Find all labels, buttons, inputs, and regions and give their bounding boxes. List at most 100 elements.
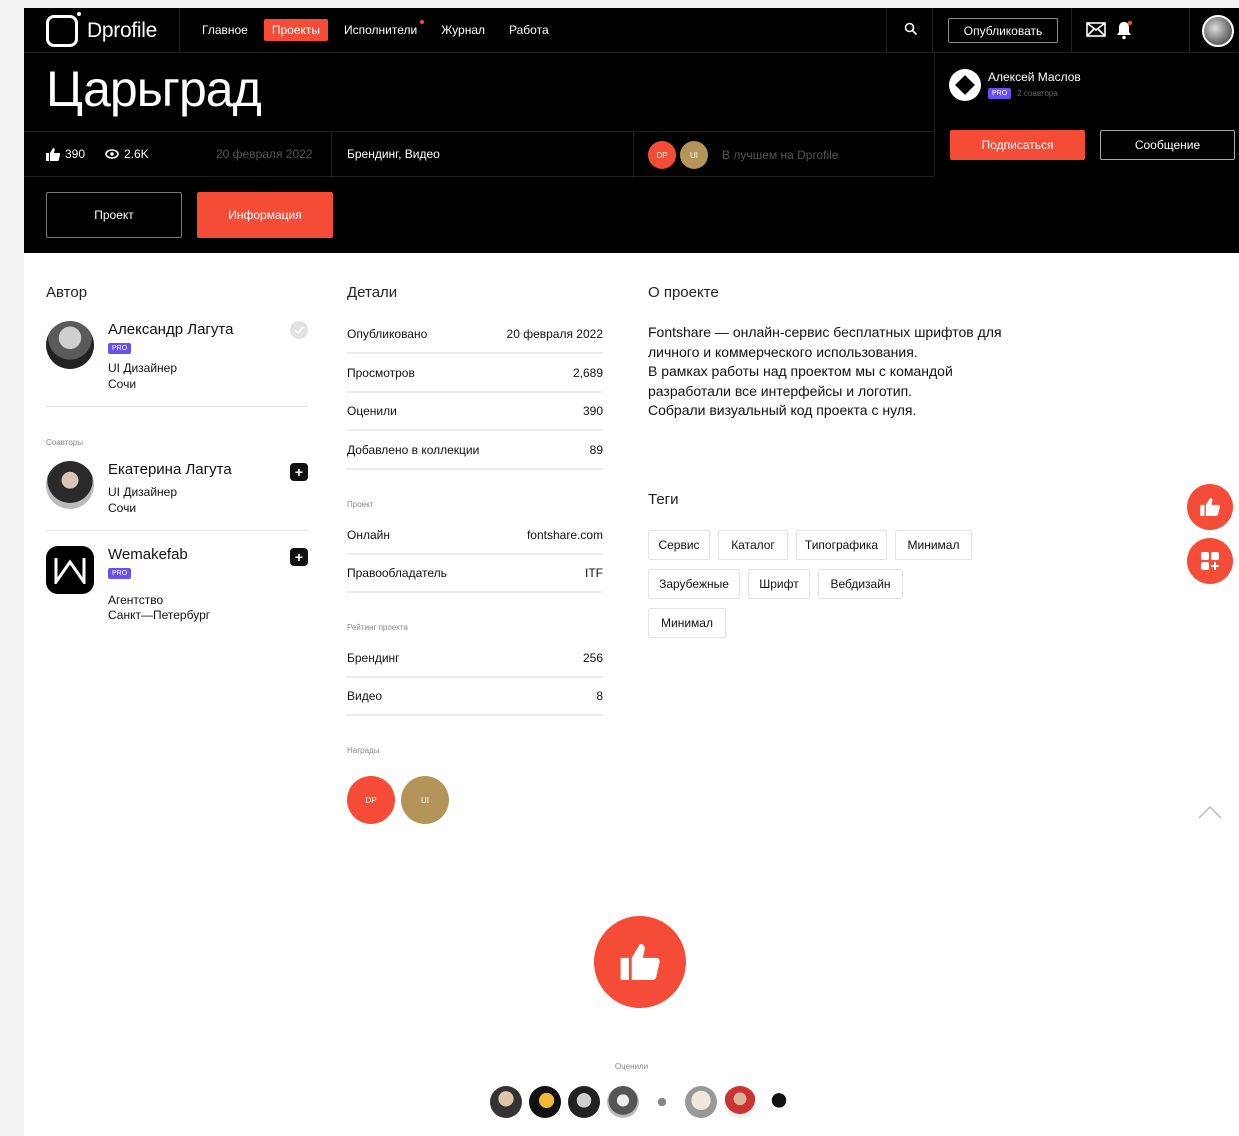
owner-meta: PRO 2 соавтора	[988, 88, 1058, 99]
rater-avatar[interactable]	[724, 1086, 756, 1118]
pro-badge: PRO	[988, 88, 1012, 99]
tab-info[interactable]: Информация	[197, 192, 333, 238]
nav-link-journal[interactable]: Журнал	[433, 19, 493, 41]
divider	[932, 8, 933, 53]
user-avatar[interactable]	[1202, 15, 1234, 47]
awards-label: Награды	[347, 746, 380, 755]
divider	[179, 8, 180, 53]
rater-avatar[interactable]	[529, 1086, 561, 1118]
detail-row: Добавлено в коллекции 89	[347, 431, 603, 470]
rater-avatar[interactable]	[685, 1086, 717, 1118]
scroll-up-chevron-icon[interactable]	[1197, 804, 1223, 820]
detail-key: Онлайн	[347, 528, 390, 542]
owner-logo[interactable]	[949, 69, 981, 101]
author-avatar[interactable]	[46, 321, 94, 369]
page: Dprofile Главное Проекты Исполнители Жур…	[24, 8, 1239, 1136]
detail-row: Опубликовано 20 февраля 2022	[347, 315, 603, 354]
about-description: Fontshare — онлайн-сервис бесплатных шри…	[648, 323, 1068, 421]
publish-button[interactable]: Опубликовать	[948, 18, 1058, 43]
message-button[interactable]: Сообщение	[1100, 130, 1235, 160]
owner-name[interactable]: Алексей Маслов	[988, 70, 1081, 84]
detail-key: Правообладатель	[347, 566, 447, 580]
coauthors-label: Соавторы	[46, 438, 83, 447]
detail-value: 2,689	[572, 366, 603, 380]
notification-dot-icon	[420, 20, 425, 24]
bell-icon[interactable]	[1115, 20, 1133, 40]
divider	[1071, 8, 1072, 53]
coauthor-city: Санкт—Петербург	[108, 608, 211, 622]
about-line: Fontshare — онлайн-сервис бесплатных шри…	[648, 324, 1002, 340]
pro-badge: PRO	[108, 568, 132, 579]
website-link[interactable]: fontshare.com	[527, 528, 603, 542]
nav-links: Главное Проекты Исполнители Журнал Работ…	[194, 19, 565, 41]
dp-award-badge[interactable]: DP	[349, 778, 393, 822]
divider	[886, 8, 887, 53]
coauthor-card[interactable]: Екатерина Лагута UI Дизайнер Сочи +	[46, 461, 316, 515]
publish-date: 20 февраля 2022	[216, 147, 313, 161]
nav-link-work[interactable]: Работа	[501, 19, 557, 41]
author-card[interactable]: Александр Лагута PRO UI Дизайнер Сочи	[46, 321, 316, 391]
tag[interactable]: Минимал	[648, 608, 726, 638]
rater-avatar[interactable]	[607, 1086, 639, 1118]
coauthors-count[interactable]: 2 соавтора	[1017, 89, 1058, 98]
project-title: Царьград	[46, 61, 262, 117]
mail-icon[interactable]	[1086, 22, 1106, 37]
best-on-dprofile[interactable]: DP UI В лучшем на Dprofile	[648, 141, 838, 169]
project-tabs: Проект Информация	[46, 192, 333, 238]
detail-key: Просмотров	[347, 366, 415, 380]
like-fab-button[interactable]	[1187, 484, 1233, 530]
add-coauthor-plus-icon[interactable]: +	[290, 463, 308, 481]
divider	[46, 406, 308, 407]
ui-award-badge[interactable]: UI	[403, 778, 447, 822]
rater-avatar[interactable]	[646, 1086, 678, 1118]
detail-value: 20 февраля 2022	[506, 327, 603, 341]
author-name[interactable]: Александр Лагута	[108, 321, 233, 338]
coauthor-name[interactable]: Екатерина Лагута	[108, 461, 232, 478]
like-big-button[interactable]	[594, 916, 686, 1008]
about-line: разработали все интерфейсы и логотип.	[648, 382, 913, 399]
tag[interactable]: Минимал	[895, 530, 972, 560]
rater-avatar[interactable]	[490, 1086, 522, 1118]
tab-project[interactable]: Проект	[46, 192, 182, 238]
author-city: Сочи	[108, 377, 137, 391]
detail-value: 256	[582, 651, 603, 665]
tag[interactable]: Каталог	[718, 530, 788, 560]
collection-add-icon	[1201, 552, 1219, 570]
project-header: Dprofile Главное Проекты Исполнители Жур…	[24, 8, 1239, 253]
thumbs-up-icon	[620, 944, 660, 980]
coauthor-avatar[interactable]	[46, 461, 94, 509]
add-to-collection-fab-button[interactable]	[1187, 538, 1233, 584]
author-role: UI Дизайнер	[108, 361, 178, 375]
about-line: Собрали визуальный код проекта с нуля.	[648, 402, 917, 418]
divider	[633, 132, 634, 178]
detail-key: Добавлено в коллекции	[347, 443, 480, 457]
owner-panel: Алексей Маслов PRO 2 соавтора Подписатьс…	[934, 53, 1239, 177]
detail-row: Оценили 390	[347, 392, 603, 431]
add-coauthor-plus-icon[interactable]: +	[290, 548, 308, 566]
about-line: В рамках работы над проектом мы с команд…	[648, 363, 953, 379]
views-count: 2.6K	[124, 147, 149, 161]
detail-key: Видео	[347, 689, 383, 703]
tag[interactable]: Шрифт	[748, 569, 810, 599]
coauthor-card[interactable]: Wemakefab PRO Агентство Санкт—Петербург …	[46, 546, 316, 622]
rater-avatar[interactable]	[568, 1086, 600, 1118]
nav-link-main[interactable]: Главное	[194, 19, 256, 41]
tag[interactable]: Вебдизайн	[818, 569, 903, 599]
tag[interactable]: Типографика	[796, 530, 887, 560]
author-heading: Автор	[46, 284, 88, 301]
divider	[331, 132, 332, 178]
nav-link-performers[interactable]: Исполнители	[336, 19, 425, 41]
project-categories[interactable]: Брендинг, Видео	[347, 147, 440, 161]
detail-row: Просмотров 2,689	[347, 354, 603, 393]
tag[interactable]: Сервис	[648, 530, 710, 560]
logo[interactable]: Dprofile	[46, 12, 157, 47]
detail-value: ITF	[585, 566, 603, 580]
nav-link-projects[interactable]: Проекты	[263, 19, 329, 41]
rater-avatar[interactable]	[763, 1086, 795, 1118]
wemakefab-logo[interactable]	[46, 546, 94, 594]
coauthor-name[interactable]: Wemakefab	[108, 546, 188, 563]
subscribe-button[interactable]: Подписаться	[950, 130, 1085, 160]
tag[interactable]: Зарубежные	[648, 569, 740, 599]
details-heading: Детали	[347, 284, 398, 301]
search-icon[interactable]	[904, 22, 918, 36]
